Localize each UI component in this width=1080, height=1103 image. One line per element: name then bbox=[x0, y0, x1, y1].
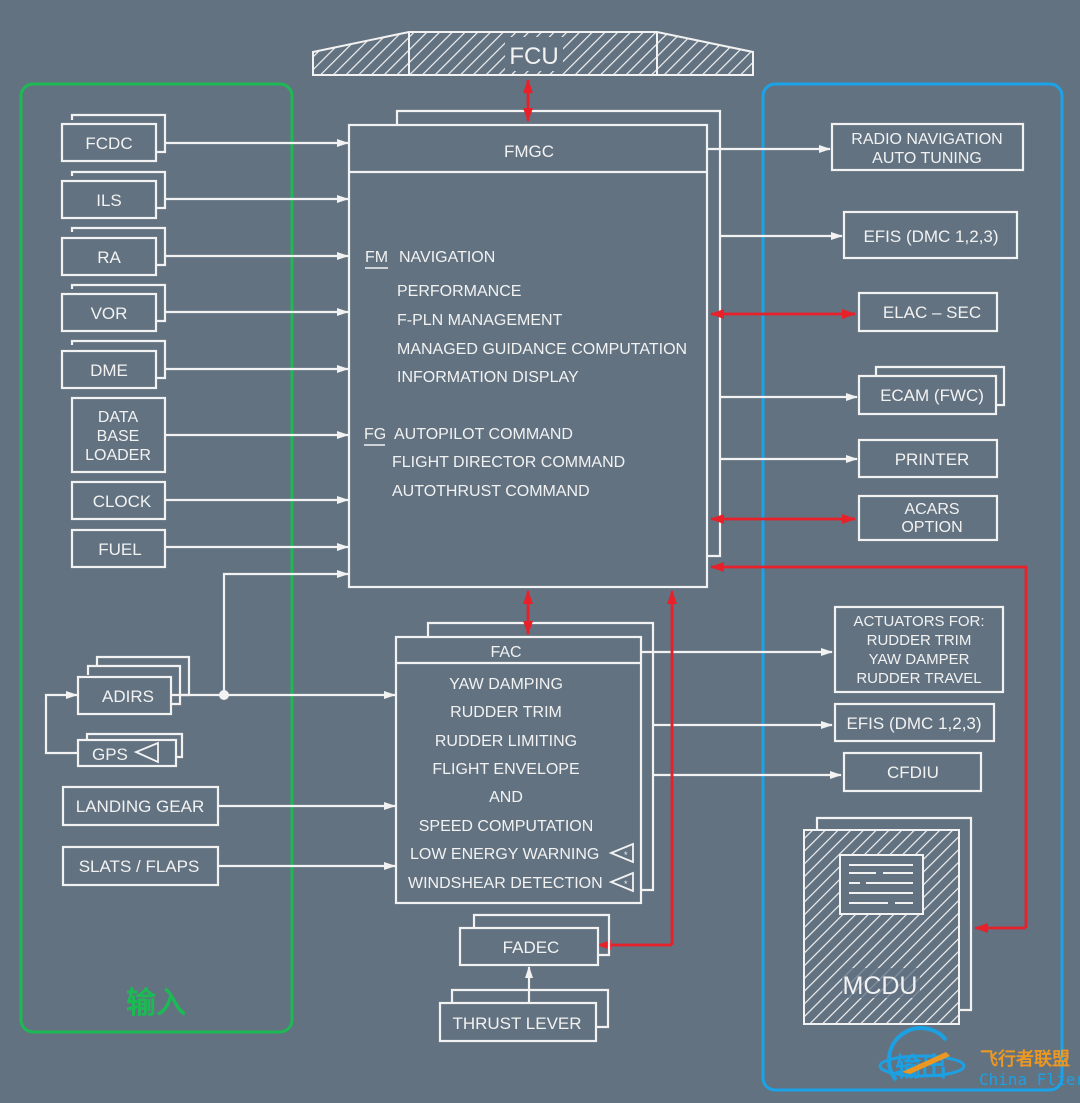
fmgs-architecture-diagram: 输入 FCU FMGC FM NAVIGATION PERFORMANCE F-… bbox=[19, 31, 1080, 1092]
input-ra: RA bbox=[60, 226, 167, 277]
svg-text:YAW DAMPER: YAW DAMPER bbox=[869, 651, 970, 668]
input-database-loader: DATA BASE LOADER bbox=[70, 396, 167, 474]
fmgc-title: FMGC bbox=[504, 142, 554, 161]
fm-tag: FM bbox=[365, 249, 388, 266]
mcdu-unit: MCDU bbox=[803, 816, 973, 1025]
fac-unit: FAC YAW DAMPING RUDDER TRIM RUDDER LIMIT… bbox=[394, 621, 655, 905]
database-loader-line: DATA bbox=[98, 409, 139, 426]
input-ils: ILS bbox=[60, 170, 167, 220]
svg-text:EFIS (DMC 1,2,3): EFIS (DMC 1,2,3) bbox=[846, 714, 981, 733]
mcdu-label: MCDU bbox=[843, 972, 918, 1000]
fg-tag: FG bbox=[364, 426, 386, 443]
svg-text:RUDDER TRIM: RUDDER TRIM bbox=[867, 632, 972, 649]
fm-item: MANAGED GUIDANCE COMPUTATION bbox=[397, 341, 687, 358]
svg-text:FUEL: FUEL bbox=[98, 540, 141, 559]
watermark-cn: 飞行者联盟 bbox=[980, 1048, 1070, 1070]
svg-text:FCDC: FCDC bbox=[85, 134, 132, 153]
input-vor: VOR bbox=[60, 283, 167, 333]
output-radio-nav: RADIO NAVIGATION AUTO TUNING bbox=[830, 122, 1025, 172]
input-adirs: ADIRS bbox=[76, 655, 191, 716]
junction-dot bbox=[219, 690, 229, 700]
svg-text:ELAC – SEC: ELAC – SEC bbox=[883, 303, 981, 322]
fcu-label: FCU bbox=[509, 43, 558, 70]
fac-item: AND bbox=[489, 789, 523, 806]
mcdu-screen bbox=[839, 854, 924, 915]
input-landing-gear: LANDING GEAR bbox=[61, 785, 220, 827]
fac-item: YAW DAMPING bbox=[449, 676, 563, 693]
output-acars: ACARS OPTION bbox=[857, 494, 999, 542]
fac-item: LOW ENERGY WARNING bbox=[410, 846, 599, 863]
input-slats-flaps: SLATS / FLAPS bbox=[61, 845, 220, 887]
svg-text:ILS: ILS bbox=[96, 191, 122, 210]
output-efis-fmgc: EFIS (DMC 1,2,3) bbox=[842, 210, 1019, 260]
svg-text:RUDDER TRAVEL: RUDDER TRAVEL bbox=[856, 670, 981, 687]
input-fuel: FUEL bbox=[70, 528, 167, 569]
fac-item: FLIGHT ENVELOPE bbox=[432, 761, 579, 778]
svg-text:PRINTER: PRINTER bbox=[895, 450, 970, 469]
fac-item: RUDDER TRIM bbox=[450, 704, 562, 721]
fg-item: FLIGHT DIRECTOR COMMAND bbox=[392, 454, 625, 471]
fac-item: SPEED COMPUTATION bbox=[419, 818, 594, 835]
input-fcdc: FCDC bbox=[60, 113, 167, 163]
fg-item: AUTOTHRUST COMMAND bbox=[392, 483, 590, 500]
output-elac-sec: ELAC – SEC bbox=[857, 291, 999, 333]
fm-item: INFORMATION DISPLAY bbox=[397, 369, 579, 386]
svg-text:VOR: VOR bbox=[91, 304, 128, 323]
svg-text:ECAM (FWC): ECAM (FWC) bbox=[880, 386, 984, 405]
svg-text:LANDING GEAR: LANDING GEAR bbox=[76, 797, 204, 816]
svg-text:EFIS (DMC 1,2,3): EFIS (DMC 1,2,3) bbox=[863, 227, 998, 246]
fm-item: NAVIGATION bbox=[399, 249, 495, 266]
svg-text:*: * bbox=[624, 850, 628, 860]
svg-text:ADIRS: ADIRS bbox=[102, 687, 154, 706]
svg-text:THRUST LEVER: THRUST LEVER bbox=[452, 1014, 581, 1033]
database-loader-line: BASE bbox=[97, 428, 140, 445]
fmgc-unit: FMGC FM NAVIGATION PERFORMANCE F-PLN MAN… bbox=[347, 109, 722, 589]
thrust-lever-unit: THRUST LEVER bbox=[438, 988, 610, 1043]
svg-text:RADIO NAVIGATION: RADIO NAVIGATION bbox=[851, 131, 1002, 148]
input-wires bbox=[165, 139, 349, 695]
svg-text:SLATS / FLAPS: SLATS / FLAPS bbox=[79, 857, 200, 876]
gps-to-adirs-wire bbox=[44, 691, 78, 755]
output-ecam: ECAM (FWC) bbox=[857, 365, 1006, 416]
fm-item: PERFORMANCE bbox=[397, 283, 521, 300]
database-loader-line: LOADER bbox=[85, 447, 151, 464]
fadec-unit: FADEC bbox=[458, 913, 611, 967]
svg-text:CFDIU: CFDIU bbox=[887, 763, 939, 782]
svg-text:GPS: GPS bbox=[92, 745, 128, 764]
svg-text:ACTUATORS FOR:: ACTUATORS FOR: bbox=[853, 613, 984, 630]
fmgc-output-wires bbox=[707, 145, 858, 463]
watermark-logo: 输出 飞行者联盟 China Flier bbox=[878, 1026, 1080, 1089]
svg-text:AUTO TUNING: AUTO TUNING bbox=[872, 150, 982, 167]
svg-text:CLOCK: CLOCK bbox=[93, 492, 152, 511]
fac-title: FAC bbox=[490, 644, 521, 661]
svg-text:OPTION: OPTION bbox=[901, 519, 962, 536]
fg-item: AUTOPILOT COMMAND bbox=[394, 426, 573, 443]
fcu-panel: FCU bbox=[312, 31, 754, 76]
svg-text:ACARS: ACARS bbox=[904, 501, 959, 518]
output-printer: PRINTER bbox=[857, 438, 999, 479]
output-actuators: ACTUATORS FOR: RUDDER TRIM YAW DAMPER RU… bbox=[833, 605, 1005, 694]
svg-text:RA: RA bbox=[97, 248, 121, 267]
input-dme: DME bbox=[60, 339, 167, 390]
input-clock: CLOCK bbox=[70, 480, 167, 521]
fac-item: RUDDER LIMITING bbox=[435, 733, 577, 750]
output-efis-fac: EFIS (DMC 1,2,3) bbox=[833, 702, 996, 743]
output-cfdiu: CFDIU bbox=[842, 751, 983, 793]
input-gps: GPS bbox=[76, 732, 184, 768]
svg-text:FADEC: FADEC bbox=[503, 938, 560, 957]
svg-text:*: * bbox=[624, 879, 628, 889]
input-group-label: 输入 bbox=[126, 986, 186, 1021]
svg-text:DME: DME bbox=[90, 361, 128, 380]
fm-item: F-PLN MANAGEMENT bbox=[397, 312, 563, 329]
watermark-en: China Flier bbox=[979, 1070, 1080, 1089]
fac-item: WINDSHEAR DETECTION bbox=[408, 875, 603, 892]
